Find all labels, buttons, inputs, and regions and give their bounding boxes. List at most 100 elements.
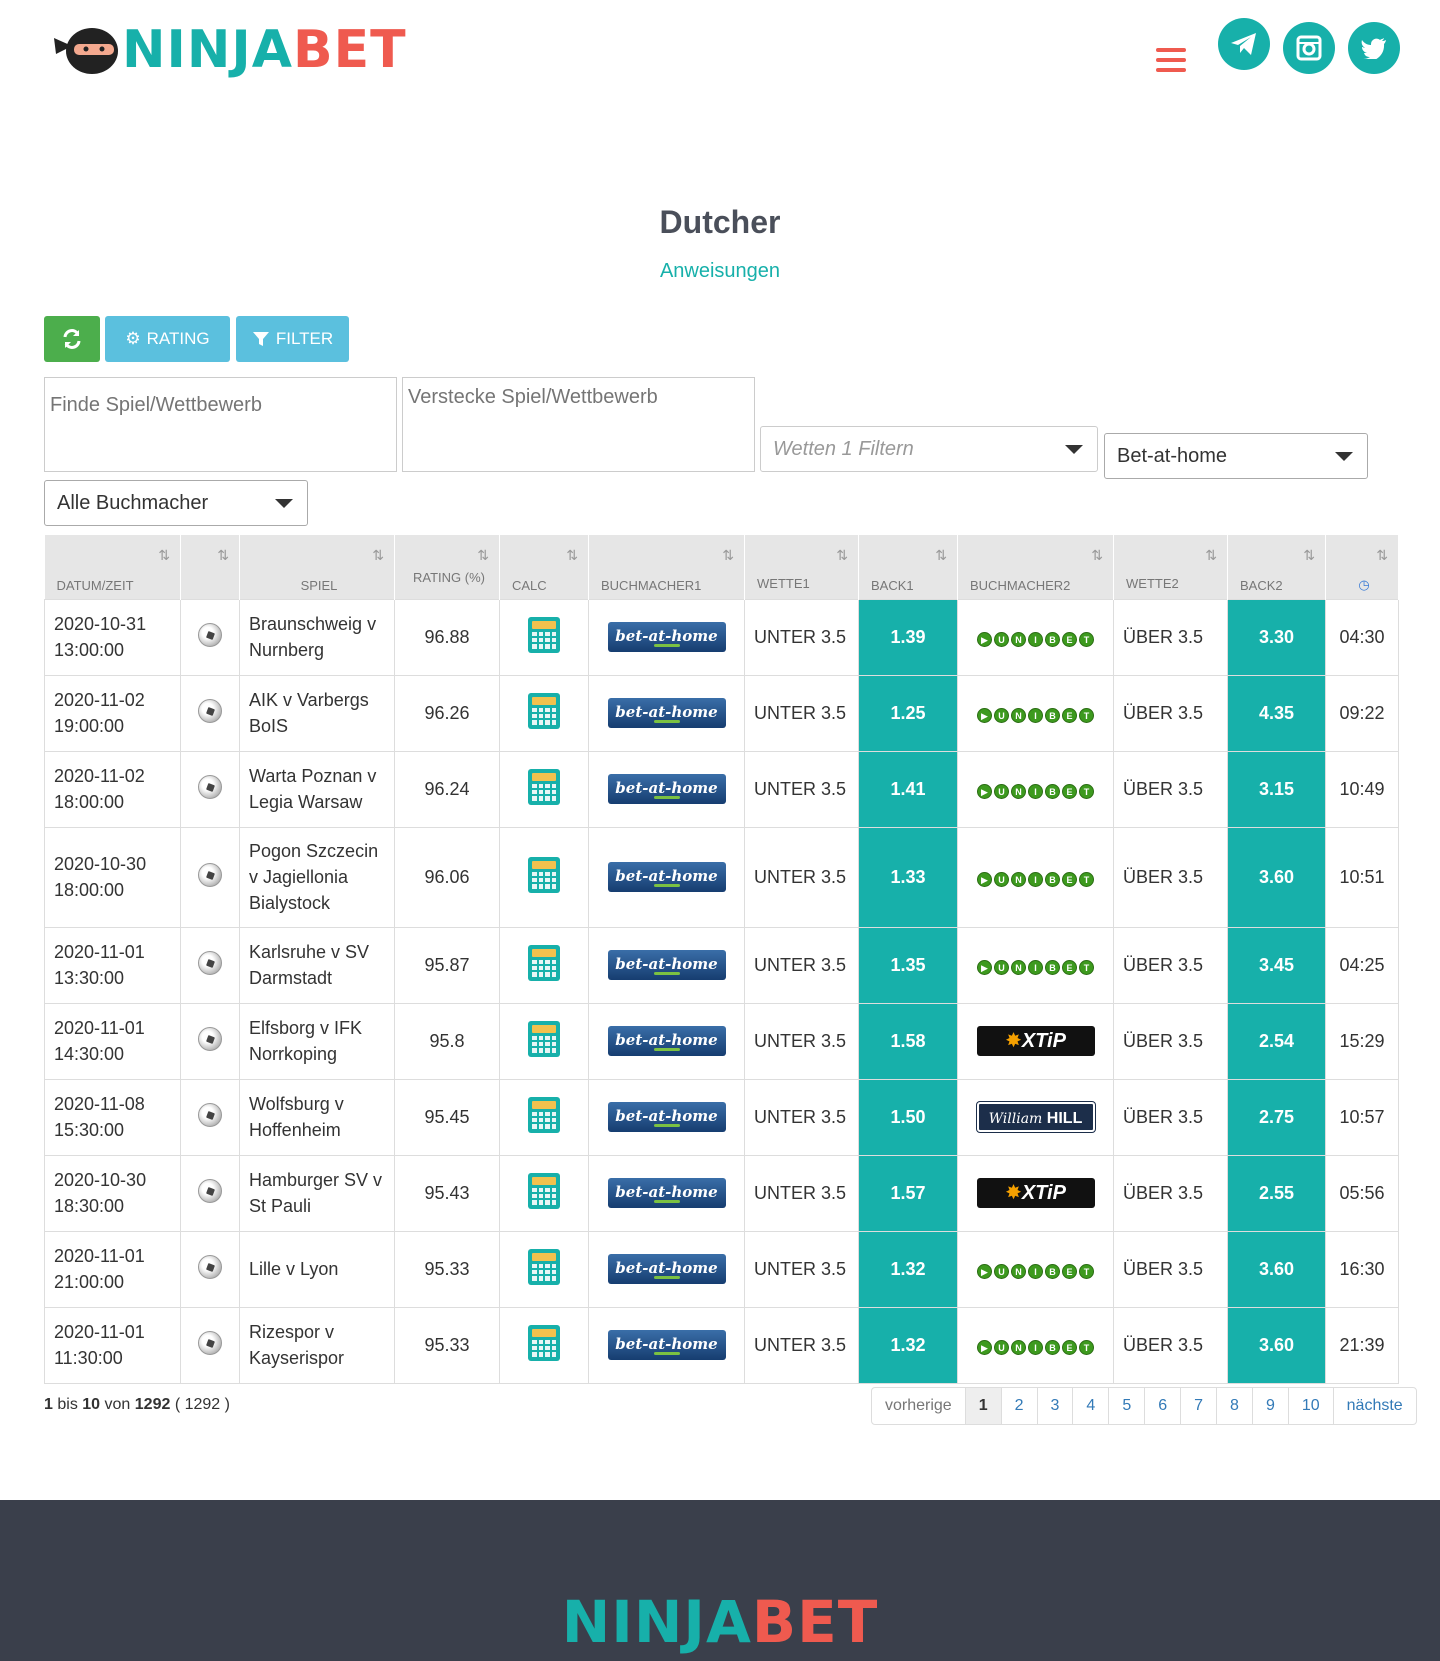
cell-calc[interactable] <box>499 1078 589 1156</box>
pager-page-1[interactable]: 1 <box>964 1388 1001 1424</box>
bet-at-home-logo[interactable]: bet-at-home <box>607 1330 726 1360</box>
unibet-logo[interactable]: ▶ U N I B E T <box>977 959 1094 975</box>
col-back1[interactable]: BACK1 ⇅ <box>858 535 958 599</box>
col-calc[interactable]: CALC ⇅ <box>499 535 589 599</box>
bet-at-home-logo[interactable]: bet-at-home <box>607 1102 726 1132</box>
col-bet2[interactable]: WETTE2 ⇅ <box>1113 535 1228 599</box>
unibet-logo[interactable]: ▶ U N I B E T <box>977 871 1094 887</box>
pager-page-8[interactable]: 8 <box>1216 1388 1252 1424</box>
bet-at-home-logo[interactable]: bet-at-home <box>607 950 726 980</box>
unibet-logo[interactable]: ▶ U N I B E T <box>977 631 1094 647</box>
cell-back2[interactable]: 2.55 <box>1227 1154 1326 1232</box>
calculator-icon[interactable] <box>528 692 560 729</box>
cell-back2[interactable]: 3.15 <box>1227 750 1326 828</box>
col-sport[interactable]: ⇅ <box>180 535 240 599</box>
bet-at-home-logo[interactable]: bet-at-home <box>607 862 726 892</box>
instructions-link[interactable]: Anweisungen <box>0 260 1440 283</box>
col-rating[interactable]: RATING (%) ⇅ <box>394 535 500 599</box>
bet-at-home-logo[interactable]: bet-at-home <box>607 698 726 728</box>
cell-back2[interactable]: 3.30 <box>1227 598 1326 676</box>
cell-back2[interactable]: 2.75 <box>1227 1078 1326 1156</box>
bet-at-home-logo[interactable]: bet-at-home <box>607 622 726 652</box>
cell-calc[interactable] <box>499 674 589 752</box>
cell-back1[interactable]: 1.33 <box>858 826 958 928</box>
pager-page-4[interactable]: 4 <box>1072 1388 1108 1424</box>
calculator-icon[interactable] <box>528 944 560 981</box>
cell-back1[interactable]: 1.39 <box>858 598 958 676</box>
pager-page-7[interactable]: 7 <box>1180 1388 1216 1424</box>
calculator-icon[interactable] <box>528 1248 560 1285</box>
footer-logo[interactable]: NINJABET <box>0 1588 1440 1656</box>
calculator-icon[interactable] <box>528 768 560 805</box>
cell-calc[interactable] <box>499 750 589 828</box>
sort-icon: ⇅ <box>836 547 848 563</box>
bet-at-home-logo[interactable]: bet-at-home <box>607 1026 726 1056</box>
xtip-logo[interactable]: ✸XTiP <box>976 1178 1095 1208</box>
unibet-logo[interactable]: ▶ U N I B E T <box>977 1339 1094 1355</box>
twitter-icon[interactable] <box>1348 22 1400 74</box>
xtip-logo[interactable]: ✸XTiP <box>976 1026 1095 1056</box>
cell-calc[interactable] <box>499 598 589 676</box>
pager-page-2[interactable]: 2 <box>1000 1388 1037 1424</box>
telegram-icon[interactable] <box>1218 18 1270 70</box>
instagram-icon[interactable] <box>1283 22 1335 74</box>
col-bookmaker2[interactable]: BUCHMACHER2 ⇅ <box>957 535 1114 599</box>
cell-calc[interactable] <box>499 1230 589 1308</box>
pager-prev[interactable]: vorherige <box>872 1388 965 1424</box>
hide-game-input[interactable] <box>402 377 755 472</box>
col-back2[interactable]: BACK2 ⇅ <box>1227 535 1326 599</box>
col-game[interactable]: SPIEL ⇅ <box>239 535 395 599</box>
pager-page-10[interactable]: 10 <box>1287 1388 1333 1424</box>
cell-back1[interactable]: 1.25 <box>858 674 958 752</box>
bet1-filter-select[interactable]: Wetten 1 Filtern <box>760 426 1098 472</box>
cell-back1[interactable]: 1.57 <box>858 1154 958 1232</box>
calculator-icon[interactable] <box>528 616 560 653</box>
pager-page-5[interactable]: 5 <box>1108 1388 1144 1424</box>
col-bet1[interactable]: WETTE1 ⇅ <box>744 535 859 599</box>
col-datetime[interactable]: DATUM/ZEIT ⇅ <box>44 535 181 599</box>
cell-back1[interactable]: 1.32 <box>858 1230 958 1308</box>
pager-page-6[interactable]: 6 <box>1144 1388 1180 1424</box>
cell-back2[interactable]: 4.35 <box>1227 674 1326 752</box>
cell-calc[interactable] <box>499 1002 589 1080</box>
unibet-logo[interactable]: ▶ U N I B E T <box>977 707 1094 723</box>
calculator-icon[interactable] <box>528 856 560 893</box>
pager-next[interactable]: nächste <box>1332 1388 1416 1424</box>
cell-back1[interactable]: 1.58 <box>858 1002 958 1080</box>
cell-back2[interactable]: 3.60 <box>1227 1230 1326 1308</box>
cell-back2[interactable]: 3.60 <box>1227 826 1326 928</box>
logo[interactable]: NINJABET <box>50 22 407 78</box>
hamburger-icon[interactable] <box>1156 48 1186 72</box>
calculator-icon[interactable] <box>528 1172 560 1209</box>
cell-back1[interactable]: 1.35 <box>858 926 958 1004</box>
bet-at-home-logo[interactable]: bet-at-home <box>607 774 726 804</box>
cell-back2[interactable]: 2.54 <box>1227 1002 1326 1080</box>
williamhill-logo[interactable]: William HILL <box>976 1102 1095 1132</box>
col-bookmaker1[interactable]: BUCHMACHER1 ⇅ <box>588 535 745 599</box>
cell-calc[interactable] <box>499 826 589 928</box>
pager-page-9[interactable]: 9 <box>1251 1388 1288 1424</box>
cell-back1[interactable]: 1.50 <box>858 1078 958 1156</box>
calculator-icon[interactable] <box>528 1324 560 1361</box>
cell-back2[interactable]: 3.45 <box>1227 926 1326 1004</box>
col-age[interactable]: ◷ ⇅ <box>1325 535 1399 599</box>
cell-calc[interactable] <box>499 1154 589 1232</box>
pager-page-3[interactable]: 3 <box>1036 1388 1073 1424</box>
rating-button[interactable]: ⚙ RATING <box>105 316 230 362</box>
refresh-button[interactable] <box>44 316 100 362</box>
bookmaker1-select[interactable]: Bet-at-home <box>1104 433 1368 479</box>
bookmakers-select[interactable]: Alle Buchmacher <box>44 480 308 526</box>
unibet-logo[interactable]: ▶ U N I B E T <box>977 783 1094 799</box>
cell-back1[interactable]: 1.41 <box>858 750 958 828</box>
filter-button[interactable]: FILTER <box>236 316 349 362</box>
search-game-input[interactable] <box>44 377 397 472</box>
cell-back1[interactable]: 1.32 <box>858 1306 958 1384</box>
cell-calc[interactable] <box>499 926 589 1004</box>
bet-at-home-logo[interactable]: bet-at-home <box>607 1254 726 1284</box>
cell-calc[interactable] <box>499 1306 589 1384</box>
calculator-icon[interactable] <box>528 1096 560 1133</box>
calculator-icon[interactable] <box>528 1020 560 1057</box>
cell-back2[interactable]: 3.60 <box>1227 1306 1326 1384</box>
unibet-logo[interactable]: ▶ U N I B E T <box>977 1263 1094 1279</box>
bet-at-home-logo[interactable]: bet-at-home <box>607 1178 726 1208</box>
